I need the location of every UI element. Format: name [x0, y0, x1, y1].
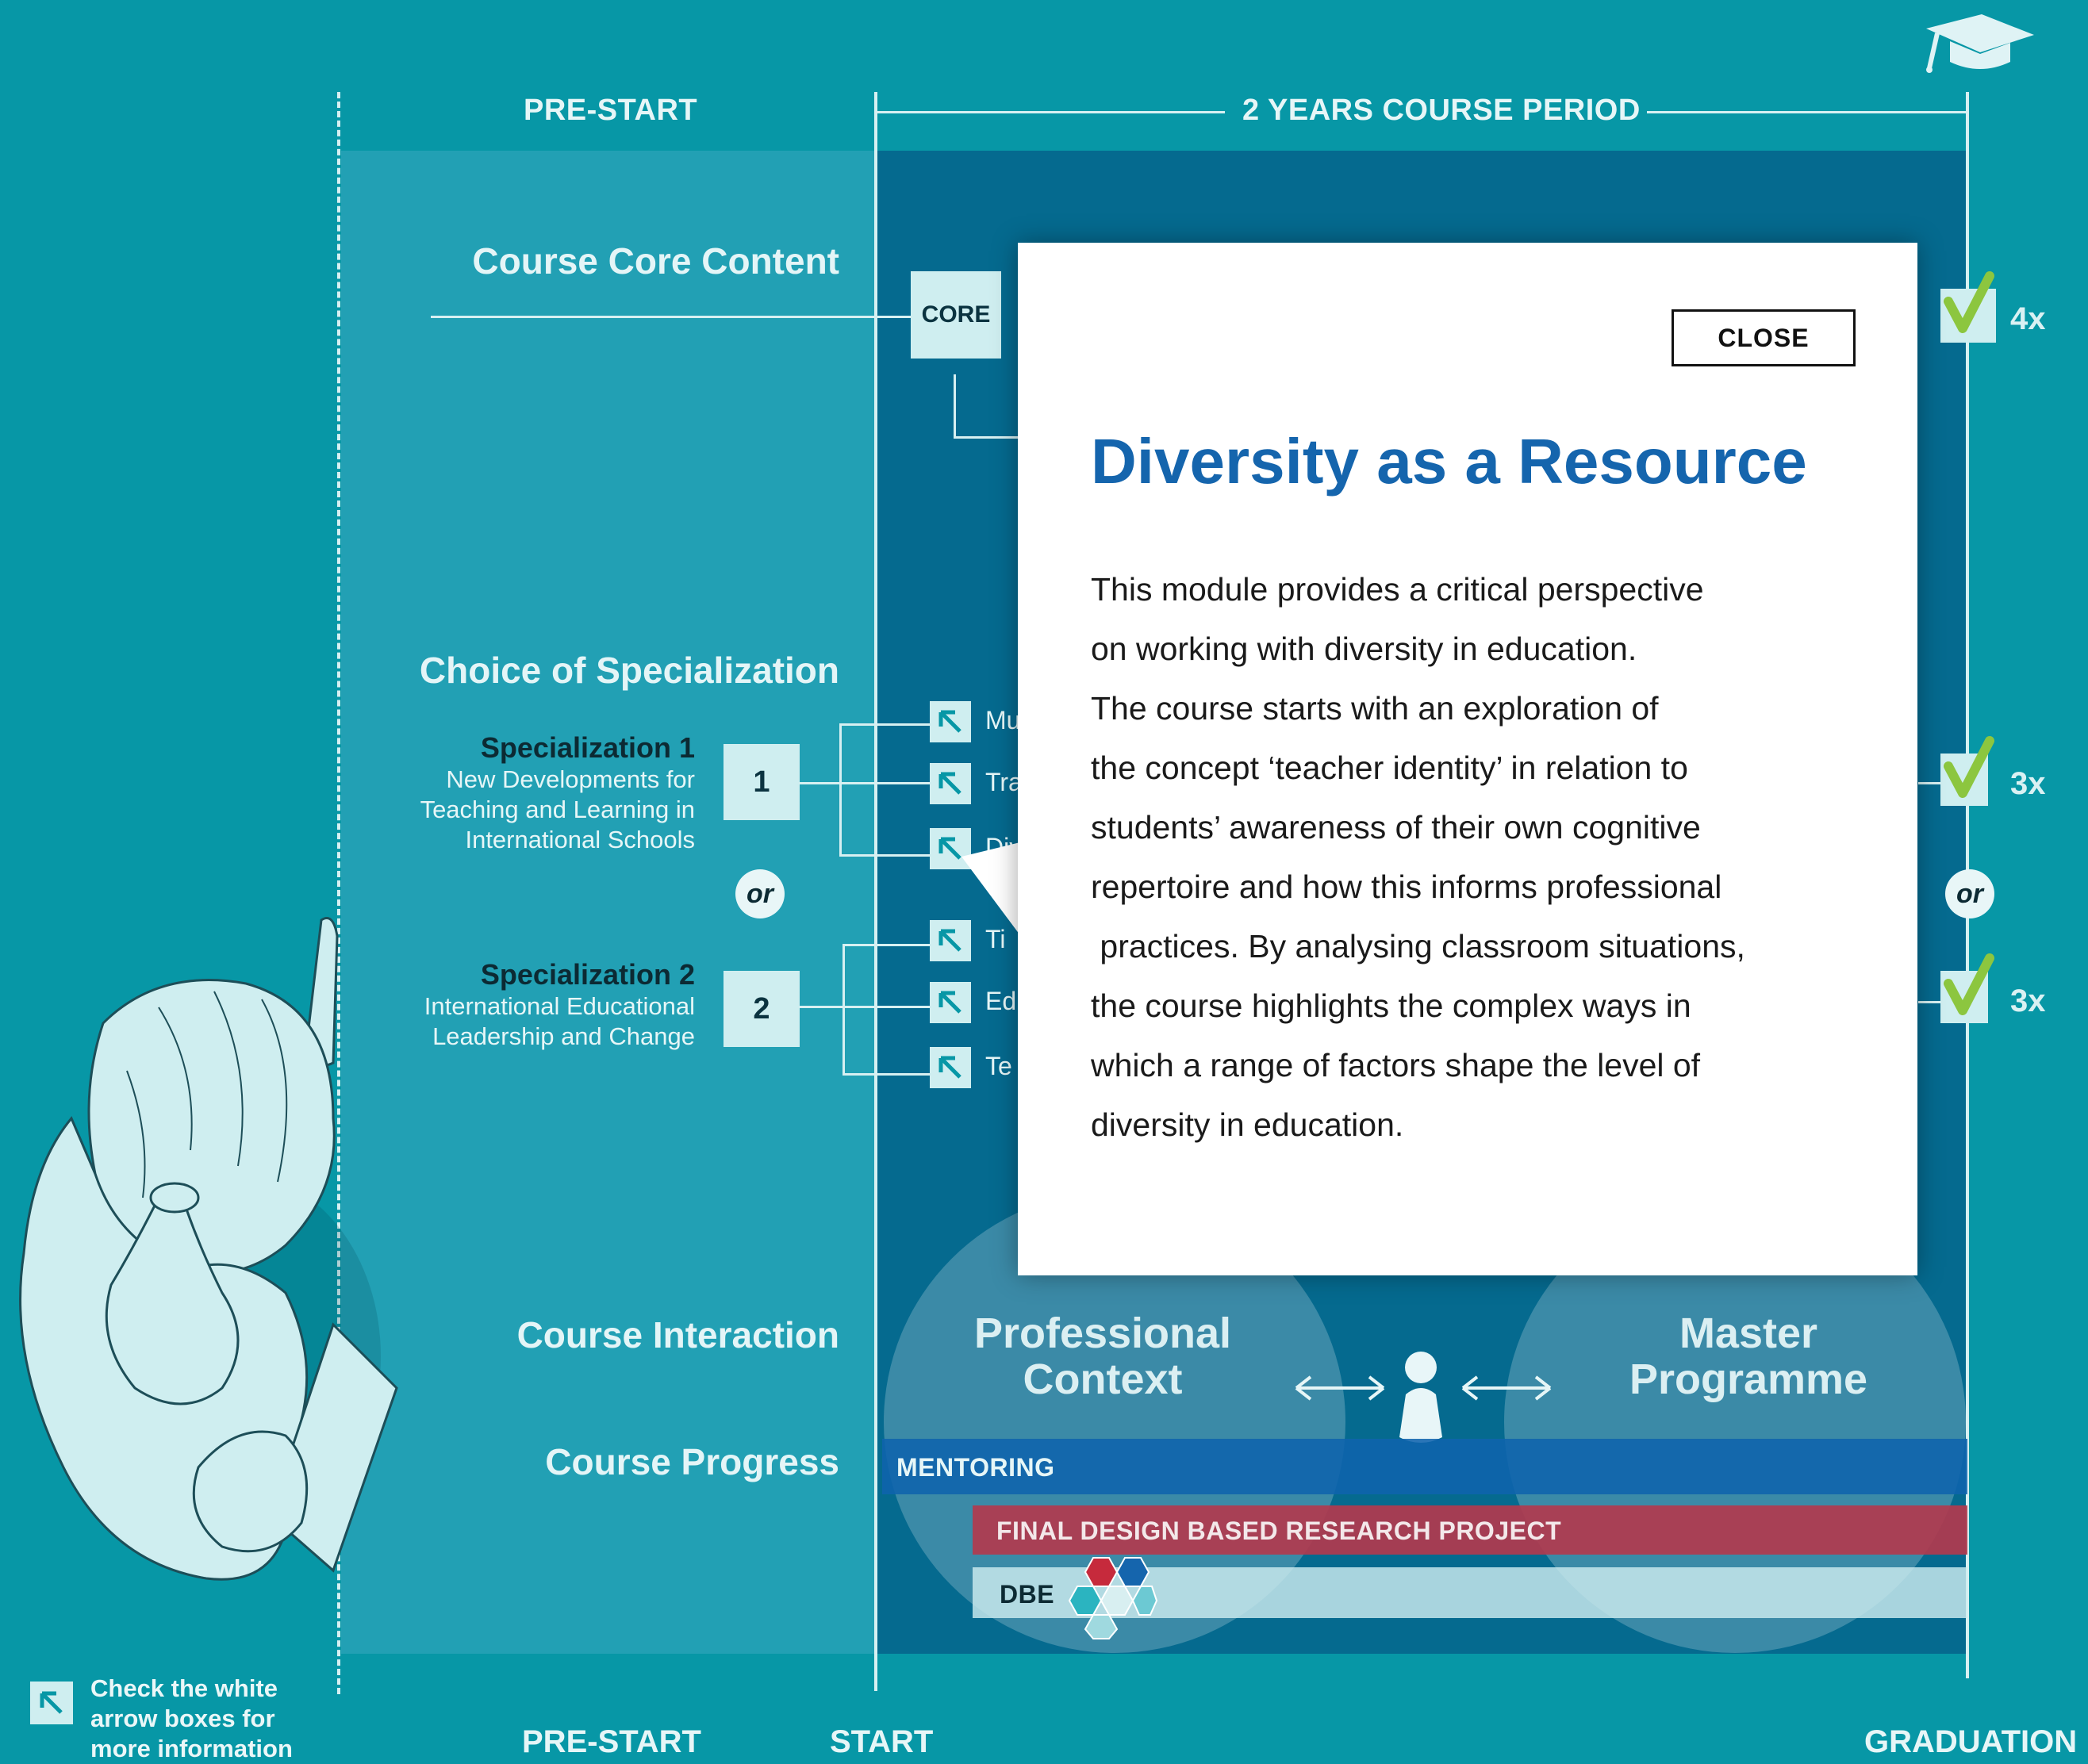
bottom-graduation-label: GRADUATION [1864, 1724, 2078, 1759]
or-badge-right: or [1945, 869, 1994, 918]
spec2-mid-line [842, 1006, 930, 1008]
row-label-progress: Course Progress [545, 1441, 839, 1482]
start-line [874, 92, 877, 1691]
prestart-panel [341, 151, 876, 1654]
header-course-period: 2 YEARS COURSE PERIOD [1242, 94, 1641, 127]
dbe-label: DBE [1000, 1580, 1055, 1609]
header-prestart: PRE-START [524, 94, 698, 127]
spec2-connector [800, 1006, 844, 1008]
spec1-right-connector [1918, 782, 1942, 784]
spec1-count: 3x [2010, 766, 2046, 801]
module-label: Mu [985, 706, 1021, 734]
core-button[interactable]: CORE [911, 271, 1001, 359]
specialization-2-title: Specialization 2 [480, 958, 695, 991]
spec2-check-icon [1940, 952, 1998, 1026]
spec1-check-icon [1940, 734, 1998, 809]
period-line-left [876, 111, 1225, 113]
core-check-icon [1940, 270, 1998, 344]
graduation-cap-icon [1918, 13, 2036, 73]
module-label: Tra [985, 768, 1023, 796]
double-arrow-icon [1293, 1372, 1387, 1404]
spec2-right-connector [1918, 1001, 1942, 1003]
core-subconnector [954, 374, 1027, 439]
legend-text: Check the white arrow boxes for more inf… [90, 1674, 293, 1762]
modal-title: Diversity as a Resource [1091, 426, 1807, 497]
arrow-up-left-icon [938, 772, 961, 795]
period-line-right [1647, 111, 1966, 113]
person-pawn-icon [1396, 1350, 1445, 1447]
row-label-core-content: Course Core Content [472, 240, 839, 282]
row-label-specialization: Choice of Specialization [419, 650, 839, 691]
spec2-bracket [842, 944, 932, 1076]
arrow-up-left-icon [938, 1056, 961, 1079]
specialization-1-button[interactable]: 1 [724, 744, 800, 820]
core-count: 4x [2010, 301, 2046, 336]
module-arrow-button[interactable] [930, 982, 971, 1023]
bottom-start-label: START [830, 1724, 934, 1759]
dbe-hexagon-logo-icon [1063, 1555, 1158, 1640]
module-info-modal: CLOSE Diversity as a Resource This modul… [1018, 243, 1917, 1275]
core-connector [431, 316, 912, 318]
close-button[interactable]: CLOSE [1672, 309, 1856, 366]
legend-arrow-icon [30, 1682, 73, 1724]
double-arrow-icon [1460, 1372, 1553, 1404]
spec1-connector [800, 782, 841, 784]
modal-description: This module provides a critical perspect… [1091, 571, 1745, 1143]
module-arrow-button[interactable] [930, 763, 971, 804]
arrow-up-left-icon [938, 710, 961, 733]
specialization-1-description: New Developments for Teaching and Learni… [420, 765, 695, 853]
spec1-mid-line [839, 782, 930, 784]
research-project-label: FINAL DESIGN BASED RESEARCH PROJECT [996, 1517, 1562, 1545]
spec1-bracket [839, 723, 932, 857]
student-illustration [0, 912, 413, 1594]
module-arrow-button[interactable] [930, 701, 971, 742]
module-label: Te [985, 1052, 1012, 1080]
master-programme-label: Master Programme [1629, 1310, 1868, 1403]
professional-context-label: Professional Context [973, 1310, 1232, 1403]
row-label-interaction: Course Interaction [516, 1314, 839, 1356]
mentoring-label: MENTORING [896, 1453, 1055, 1482]
module-arrow-button[interactable] [930, 1047, 971, 1088]
bottom-prestart-label: PRE-START [522, 1724, 701, 1759]
or-badge-left: or [735, 869, 785, 918]
specialization-1-title: Specialization 1 [480, 731, 695, 764]
module-label: Ed [985, 987, 1017, 1015]
spec2-count: 3x [2010, 984, 2046, 1018]
arrow-up-left-icon [938, 991, 961, 1014]
specialization-2-button[interactable]: 2 [724, 971, 800, 1047]
